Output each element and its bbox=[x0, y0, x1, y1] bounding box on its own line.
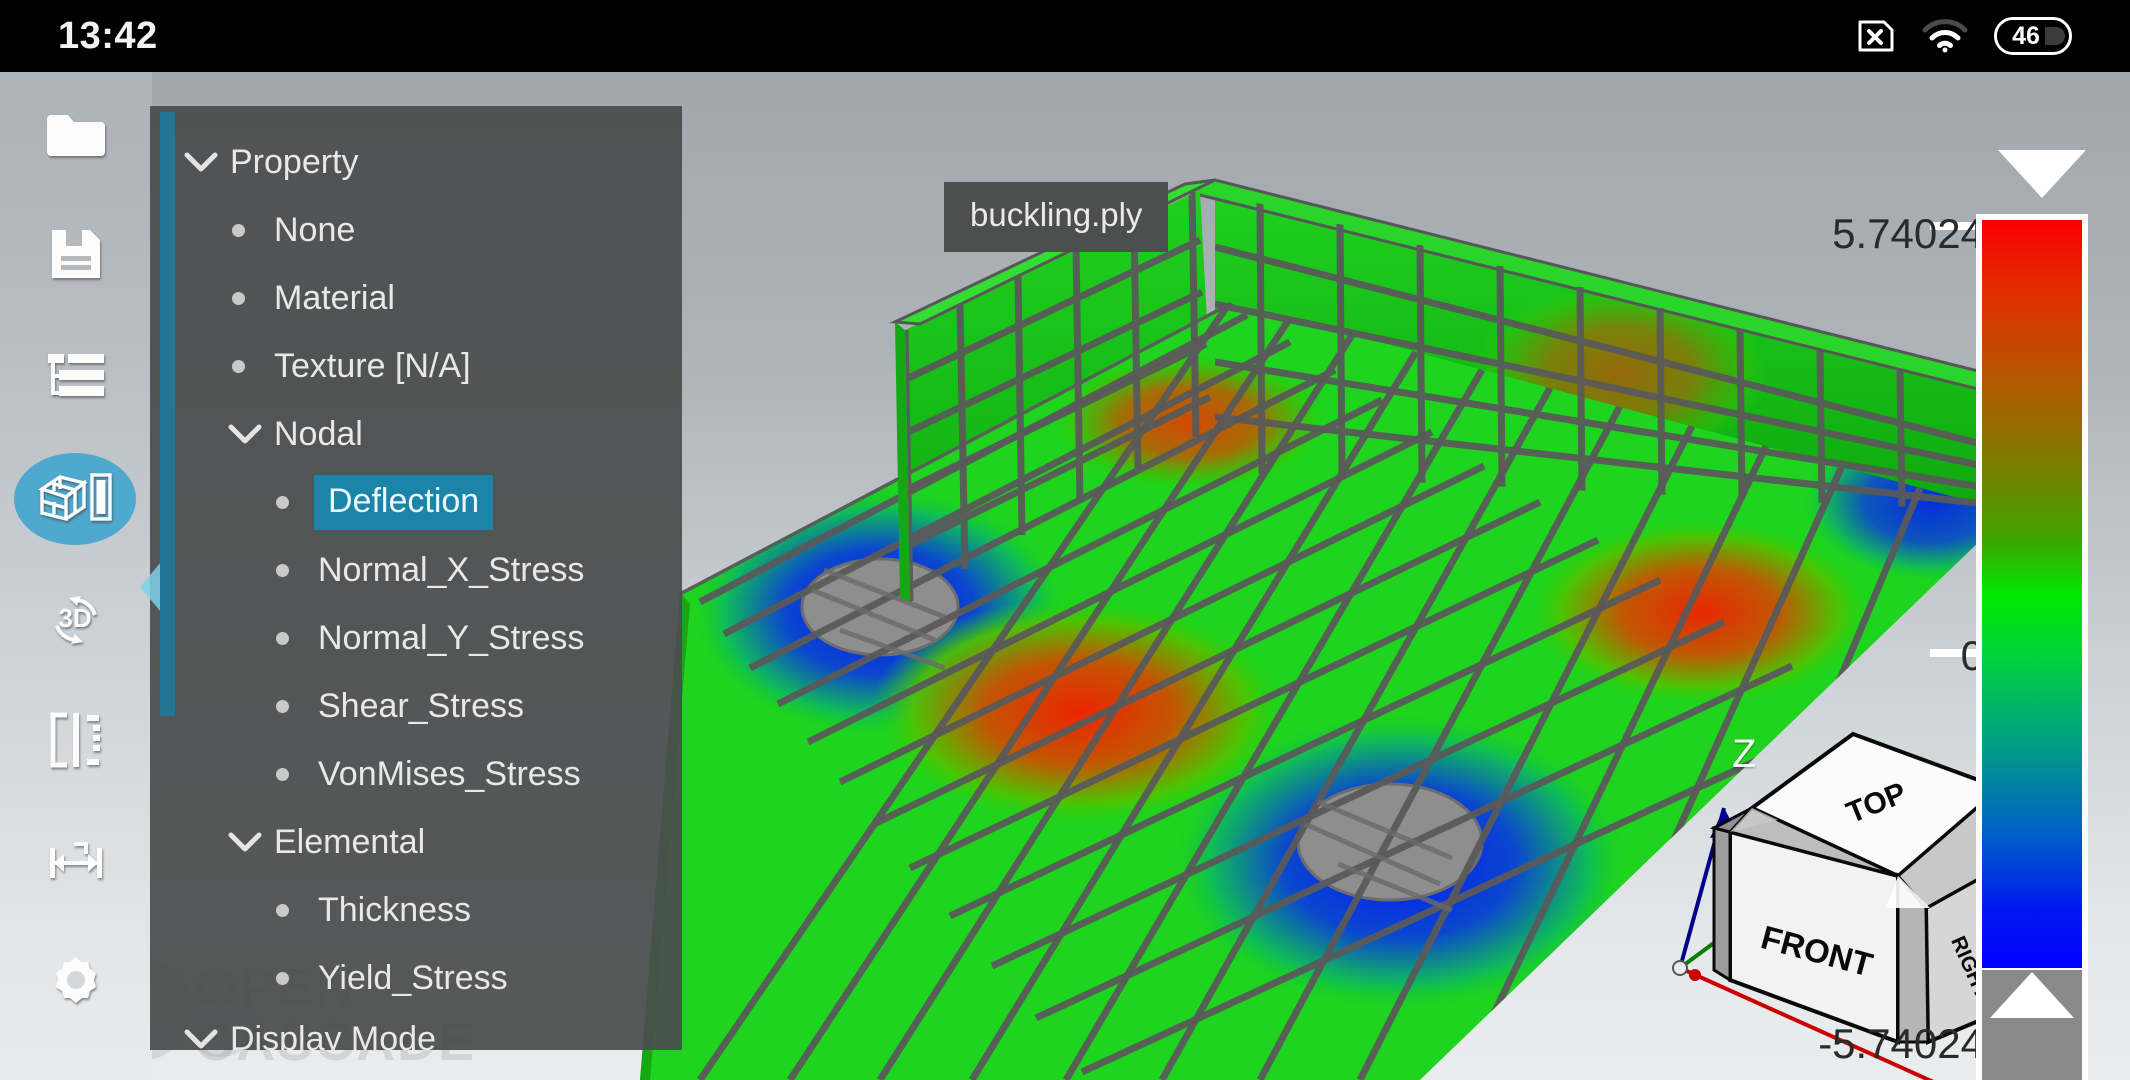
color-scale-min-handle[interactable] bbox=[1990, 972, 2074, 1018]
tree-node-display-mode[interactable]: Display Mode bbox=[150, 1012, 682, 1050]
tree-node-texture-n-a[interactable]: Texture [N/A] bbox=[150, 332, 682, 400]
folder-icon bbox=[44, 107, 108, 159]
tree-node-label: Deflection bbox=[314, 474, 494, 530]
tree-node-property[interactable]: Property bbox=[150, 128, 682, 196]
measure-distance-icon bbox=[44, 838, 108, 886]
battery-level: 46 bbox=[2012, 21, 2040, 50]
measure-button[interactable] bbox=[0, 801, 152, 923]
bullet-icon bbox=[272, 563, 318, 577]
property-tree: Property None Material Texture [N/A] Nodal De… bbox=[150, 106, 682, 1050]
tree-node-yield-stress[interactable]: Yield_Stress bbox=[150, 944, 682, 1012]
left-toolbar: 3D bbox=[0, 72, 152, 1080]
tree-node-deflection[interactable]: Deflection bbox=[150, 468, 682, 536]
bullet-icon bbox=[272, 971, 318, 985]
tree-node-label: Shear_Stress bbox=[318, 686, 524, 725]
bullet-icon bbox=[228, 223, 274, 237]
tree-node-nodal[interactable]: Nodal bbox=[150, 400, 682, 468]
status-bar: 13:42 46 bbox=[0, 0, 2130, 72]
color-scale-gradient[interactable] bbox=[1982, 220, 2082, 968]
tree-node-label: Normal_Y_Stress bbox=[318, 618, 585, 657]
tree-node-normal-y-stress[interactable]: Normal_Y_Stress bbox=[150, 604, 682, 672]
color-scale-min-handle-area[interactable] bbox=[1982, 970, 2082, 1080]
tree-node-label: Yield_Stress bbox=[318, 958, 508, 997]
mesh-legend-icon bbox=[38, 471, 114, 523]
svg-text:3D: 3D bbox=[58, 603, 91, 633]
save-file-button[interactable] bbox=[0, 194, 152, 316]
rotate-3d-button[interactable]: 3D bbox=[0, 558, 152, 680]
chevron-down-icon[interactable] bbox=[184, 1028, 230, 1050]
tree-node-label: None bbox=[274, 210, 356, 249]
clip-plane-button[interactable] bbox=[0, 680, 152, 802]
app-root: 13:42 46 buckling.ply Z RIGHT TOP FRONT … bbox=[0, 0, 2130, 1080]
color-scale-frame bbox=[1976, 214, 2088, 1080]
rotate-3d-icon: 3D bbox=[45, 593, 107, 645]
tree-node-label: Thickness bbox=[318, 890, 472, 929]
bullet-icon bbox=[272, 699, 318, 713]
chevron-down-icon[interactable] bbox=[228, 831, 274, 853]
chevron-down-icon[interactable] bbox=[228, 423, 274, 445]
panel-scrollbar[interactable] bbox=[160, 112, 175, 716]
open-file-button[interactable] bbox=[0, 72, 152, 194]
file-name-label: buckling.ply bbox=[944, 182, 1169, 252]
status-system-icons: 46 bbox=[1854, 17, 2072, 55]
color-scale-min-label: -5.74024 bbox=[1818, 1020, 1984, 1067]
floppy-save-icon bbox=[48, 226, 104, 282]
tree-node-label: Normal_X_Stress bbox=[318, 550, 585, 589]
wifi-icon bbox=[1922, 19, 1968, 53]
tree-node-label: Elemental bbox=[274, 822, 426, 861]
bullet-icon bbox=[272, 495, 318, 509]
tree-node-label: Display Mode bbox=[230, 1019, 436, 1051]
bullet-icon bbox=[228, 359, 274, 373]
battery-icon: 46 bbox=[1994, 17, 2072, 55]
property-panel[interactable]: Property None Material Texture [N/A] Nodal De… bbox=[150, 106, 682, 1050]
no-sim-icon bbox=[1854, 19, 1896, 53]
model-tree-button[interactable] bbox=[0, 315, 152, 437]
clip-plane-icon bbox=[47, 711, 105, 769]
list-tree-icon bbox=[46, 352, 106, 400]
gear-icon bbox=[47, 954, 105, 1012]
bullet-icon bbox=[272, 631, 318, 645]
bullet-icon bbox=[228, 291, 274, 305]
bullet-icon bbox=[272, 767, 318, 781]
status-clock: 13:42 bbox=[58, 14, 158, 57]
tree-node-none[interactable]: None bbox=[150, 196, 682, 264]
bullet-icon bbox=[272, 903, 318, 917]
tree-node-label: Texture [N/A] bbox=[274, 346, 471, 385]
tree-node-elemental[interactable]: Elemental bbox=[150, 808, 682, 876]
color-scale-max-label: 5.74024 bbox=[1832, 210, 1984, 257]
tree-node-label: VonMises_Stress bbox=[318, 754, 581, 793]
tree-node-label: Nodal bbox=[274, 414, 363, 453]
tree-node-normal-x-stress[interactable]: Normal_X_Stress bbox=[150, 536, 682, 604]
chevron-down-icon[interactable] bbox=[184, 151, 230, 173]
color-scale[interactable] bbox=[1968, 184, 2098, 1080]
tree-node-label: Material bbox=[274, 278, 395, 317]
tree-node-vonmises-stress[interactable]: VonMises_Stress bbox=[150, 740, 682, 808]
tree-node-shear-stress[interactable]: Shear_Stress bbox=[150, 672, 682, 740]
tree-node-material[interactable]: Material bbox=[150, 264, 682, 332]
tree-node-label: Property bbox=[230, 142, 359, 181]
mesh-results-button[interactable] bbox=[0, 437, 152, 559]
tree-node-thickness[interactable]: Thickness bbox=[150, 876, 682, 944]
settings-button[interactable] bbox=[0, 923, 152, 1045]
